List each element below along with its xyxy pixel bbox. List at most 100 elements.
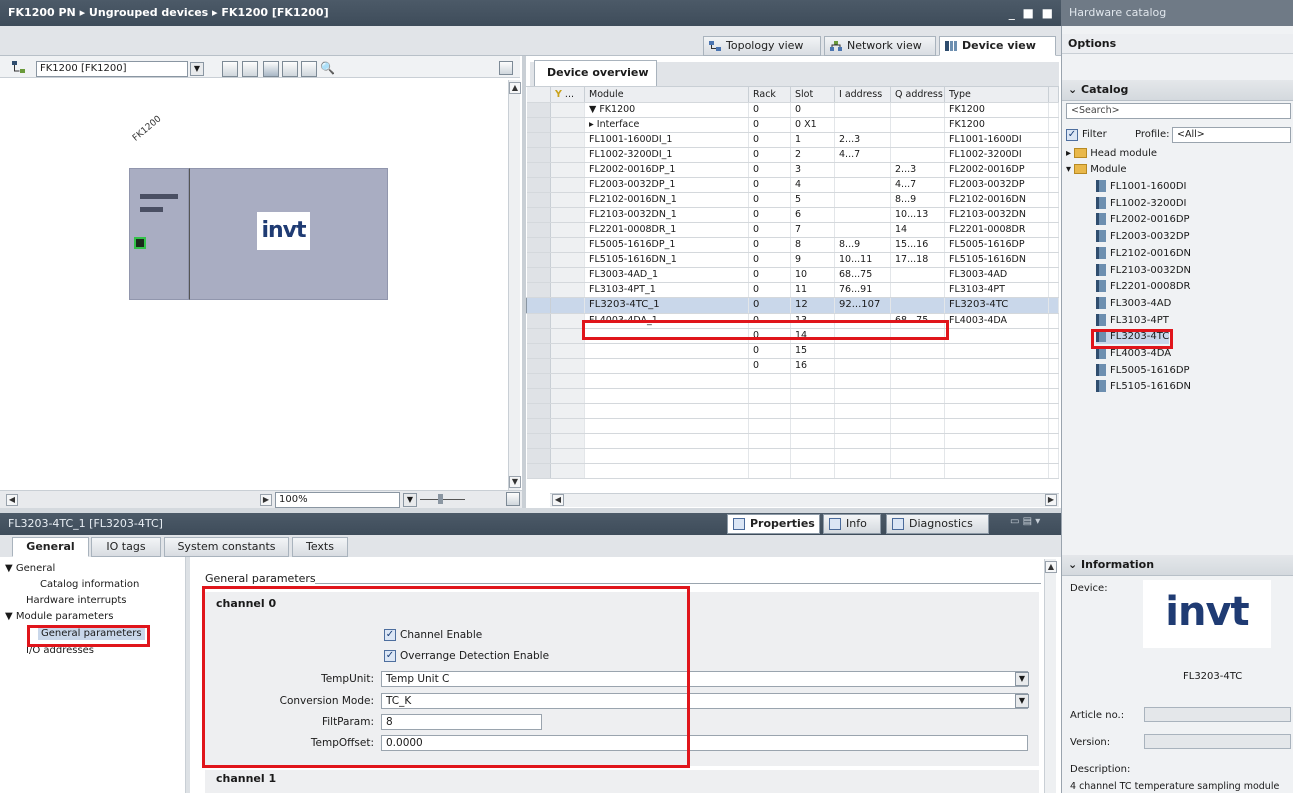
filtparam-input[interactable]: 8 <box>381 714 542 730</box>
catalog-section-header[interactable]: ⌄ Catalog <box>1062 80 1293 101</box>
column-header[interactable]: Module <box>584 87 749 103</box>
table-row[interactable]: FL2102-0016DN_1 0 5 8...9 FL2102-0016DN <box>526 192 1059 208</box>
link-icon[interactable] <box>263 61 279 77</box>
information-section-header[interactable]: ⌄ Information <box>1062 555 1293 576</box>
chevron-down-icon[interactable]: ▼ <box>190 62 204 76</box>
page-icon[interactable] <box>301 61 317 77</box>
scroll-left-icon[interactable]: ◀ <box>6 494 18 506</box>
filter-icon[interactable]: Y <box>555 89 562 100</box>
column-header[interactable]: Slot <box>790 87 835 103</box>
tab-network-view[interactable]: Network view <box>824 36 936 56</box>
catalog-item[interactable]: FL2002-0016DP <box>1096 213 1190 227</box>
zoom-select[interactable]: 100% <box>275 492 400 508</box>
table-row[interactable]: FL4003-4DA_1 0 13 68...75 FL4003-4DA <box>526 313 1059 329</box>
catalog-item[interactable]: FL1001-1600DI <box>1096 180 1186 194</box>
table-row[interactable]: FL1001-1600DI_1 0 1 2...3 FL1001-1600DI <box>526 132 1059 148</box>
table-row[interactable] <box>526 403 1059 419</box>
scroll-left-icon[interactable]: ◀ <box>552 494 564 506</box>
zoom-fit-icon[interactable] <box>506 492 520 506</box>
tab-io-tags[interactable]: IO tags <box>91 537 161 557</box>
scroll-up-icon[interactable]: ▲ <box>1045 561 1057 573</box>
settings-vscroll[interactable]: ▲ <box>1044 559 1057 793</box>
nav-hardware-interrupts[interactable]: Hardware interrupts <box>26 594 127 607</box>
table-row[interactable] <box>526 373 1059 389</box>
column-header[interactable]: Rack <box>748 87 791 103</box>
temp-unit-select[interactable]: Temp Unit C <box>381 671 1028 687</box>
device-select[interactable]: FK1200 [FK1200] <box>36 61 188 77</box>
column-header[interactable]: Q address <box>890 87 945 103</box>
nav-module-parameters[interactable]: ▼ Module parameters <box>5 610 113 623</box>
catalog-item[interactable]: FL3103-4PT <box>1096 313 1169 328</box>
window-controls[interactable]: _ ■ ■ ✕ <box>1005 0 1061 46</box>
catalog-item[interactable]: FL2102-0016DN <box>1096 246 1191 261</box>
tab-info[interactable]: Info <box>823 514 881 534</box>
catalog-item[interactable]: FL3003-4AD <box>1096 296 1171 311</box>
catalog-item[interactable]: FL5005-1616DP <box>1096 363 1190 378</box>
chevron-down-icon[interactable]: ▼ <box>1015 694 1029 708</box>
table-row[interactable]: FL2003-0032DP_1 0 4 4...7 FL2003-0032DP <box>526 177 1059 193</box>
filter-checkbox[interactable]: ✓ <box>1066 129 1078 141</box>
scroll-up-icon[interactable]: ▲ <box>509 82 521 94</box>
nav-catalog-information[interactable]: Catalog information <box>40 578 139 591</box>
tab-topology-view[interactable]: Topology view <box>703 36 821 56</box>
tab-device-view[interactable]: Device view <box>939 36 1056 56</box>
zoom-slider-thumb[interactable] <box>438 494 443 504</box>
tab-texts[interactable]: Texts <box>292 537 348 557</box>
profile-select[interactable]: <All> <box>1172 127 1291 143</box>
table-row[interactable]: ▼ FK1200 0 0 FK1200 <box>526 102 1059 118</box>
device-hierarchy-icon[interactable] <box>11 60 27 74</box>
module-rack-area[interactable]: invt <box>189 168 388 300</box>
table-icon[interactable] <box>222 61 238 77</box>
scroll-down-icon[interactable]: ▼ <box>509 476 521 488</box>
panel-controls-icon[interactable]: ▭ ▤ ▾ <box>1010 516 1056 532</box>
scroll-right-icon[interactable]: ▶ <box>1045 494 1057 506</box>
catalog-folder-module[interactable]: ▾ Module <box>1066 163 1127 177</box>
table-row[interactable]: ▸ Interface 0 0 X1 FK1200 <box>526 117 1059 133</box>
panel-icon[interactable] <box>499 61 513 75</box>
tab-general[interactable]: General <box>12 537 89 557</box>
column-header[interactable]: I address <box>834 87 891 103</box>
tab-device-overview[interactable]: Device overview <box>534 60 657 86</box>
table-row[interactable] <box>526 388 1059 404</box>
chevron-down-icon[interactable]: ▼ <box>403 493 417 507</box>
column-header[interactable]: Type <box>944 87 1049 103</box>
catalog-item[interactable]: FL4003-4DA <box>1096 347 1171 361</box>
tag-icon[interactable] <box>242 61 258 77</box>
table-row[interactable]: 0 15 <box>526 343 1059 359</box>
tempoffset-input[interactable]: 0.0000 <box>381 735 1028 751</box>
table-row[interactable]: 0 14 <box>526 328 1059 344</box>
head-module[interactable] <box>129 168 189 300</box>
table-row[interactable]: FL3103-4PT_1 0 11 76...91 FL3103-4PT <box>526 282 1059 298</box>
tab-properties[interactable]: Properties <box>727 514 820 534</box>
nav-general[interactable]: ▼ General <box>5 562 55 575</box>
catalog-search-input[interactable]: <Search> <box>1066 103 1291 119</box>
table-row[interactable]: FL1002-3200DI_1 0 2 4...7 FL1002-3200DI <box>526 147 1059 163</box>
tab-system-constants[interactable]: System constants <box>164 537 289 557</box>
overrange-checkbox[interactable]: ✓ <box>384 650 396 662</box>
catalog-item[interactable]: FL1002-3200DI <box>1096 196 1186 211</box>
table-row[interactable]: FL3203-4TC_1 0 12 92...107 FL3203-4TC <box>526 297 1059 314</box>
catalog-item[interactable]: FL2003-0032DP <box>1096 230 1190 244</box>
catalog-item[interactable]: FL2103-0032DN <box>1096 263 1191 278</box>
catalog-folder-head-module[interactable]: ▸ Head module <box>1066 147 1157 161</box>
catalog-item[interactable]: FL3203-4TC <box>1096 330 1170 345</box>
table-row[interactable]: FL2002-0016DP_1 0 3 2...3 FL2002-0016DP <box>526 162 1059 178</box>
table-row[interactable] <box>526 418 1059 434</box>
table-row[interactable] <box>526 448 1059 464</box>
column-header[interactable]: Y ... <box>550 87 585 103</box>
canvas-vscroll[interactable]: ▲ ▼ <box>508 80 521 490</box>
grid-icon[interactable] <box>282 61 298 77</box>
table-row[interactable]: FL5005-1616DP_1 0 8 8...9 15...16 FL5005-1616… <box>526 237 1059 253</box>
table-row[interactable]: FL2103-0032DN_1 0 6 10...13 FL2103-0032DN <box>526 207 1059 223</box>
options-header[interactable]: Options <box>1062 34 1293 54</box>
table-row[interactable] <box>526 433 1059 449</box>
catalog-item[interactable]: FL2201-0008DR <box>1096 280 1190 294</box>
tab-diagnostics[interactable]: Diagnostics <box>886 514 989 534</box>
channel-enable-checkbox[interactable]: ✓ <box>384 629 396 641</box>
zoom-icon[interactable]: 🔍± <box>320 60 340 91</box>
table-row[interactable]: FL2201-0008DR_1 0 7 14 FL2201-0008DR <box>526 222 1059 238</box>
scroll-right-icon[interactable]: ▶ <box>260 494 272 506</box>
nav-io-addresses[interactable]: I/O addresses <box>26 644 94 657</box>
table-row[interactable]: FL3003-4AD_1 0 10 68...75 FL3003-4AD <box>526 267 1059 283</box>
table-row[interactable]: 0 16 <box>526 358 1059 374</box>
